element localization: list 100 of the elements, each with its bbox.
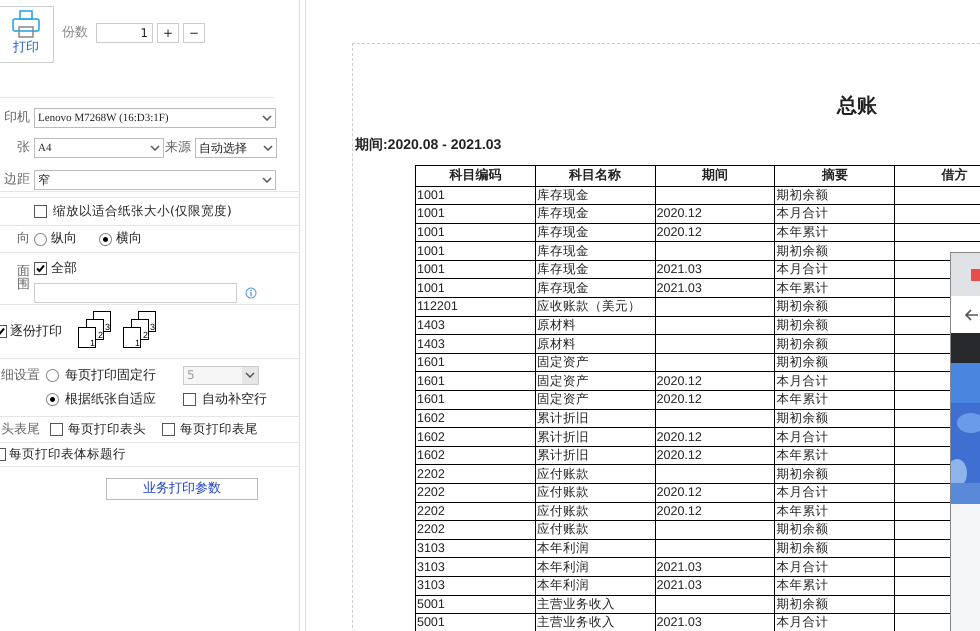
source-select[interactable]: 自动选择 xyxy=(195,138,277,158)
field-label: 张 xyxy=(16,139,30,158)
table-cell: 原材料 xyxy=(535,334,656,354)
table-cell: 1001 xyxy=(416,260,536,279)
paper-select[interactable]: A4 xyxy=(34,138,164,158)
table-cell: 累计折旧 xyxy=(535,446,656,465)
caret-icon xyxy=(245,372,255,378)
field-label: 面 xyxy=(17,265,30,278)
page-number: 3 xyxy=(150,322,156,332)
table-cell: 2020.12 xyxy=(655,223,775,242)
table-cell: 固定资产 xyxy=(535,390,656,410)
printer-icon xyxy=(11,10,41,38)
table-cell: 2021.03 xyxy=(655,260,775,279)
business-print-params-button[interactable]: 业务打印参数 xyxy=(106,478,258,500)
table-cell: 2202 xyxy=(416,464,536,484)
checkbox[interactable] xyxy=(34,205,47,218)
print-button[interactable]: 打印 xyxy=(0,6,54,62)
table-cell: 本月合计 xyxy=(774,484,895,502)
checkbox-label: 缩放以适合纸张大小(仅限宽度) xyxy=(53,202,232,220)
table-cell: 2020.12 xyxy=(655,204,775,224)
table-cell: 库存现金 xyxy=(535,223,656,242)
table-cell: 1001 xyxy=(416,186,536,205)
table-cell: 1001 xyxy=(416,242,536,260)
table-cell: 1602 xyxy=(416,428,536,446)
radio-button[interactable] xyxy=(46,368,59,382)
table-cell: 2021.03 xyxy=(655,558,775,576)
table-cell: 1601 xyxy=(416,353,536,372)
radio-button[interactable] xyxy=(34,232,47,246)
page-number: 2 xyxy=(98,330,104,340)
page-number: 1 xyxy=(135,338,140,348)
copies-label: 份数 xyxy=(62,24,88,42)
radio-label: 横向 xyxy=(116,230,142,248)
table-cell: 应付账款 xyxy=(535,464,656,484)
table-cell: 5001 xyxy=(416,595,536,614)
table-cell: 2021.03 xyxy=(655,576,775,596)
radio-button[interactable] xyxy=(99,232,112,246)
table-cell: 1601 xyxy=(416,372,536,391)
table-cell: 累计折旧 xyxy=(535,409,656,428)
checkbox-label: 每页打印表头 xyxy=(68,420,146,438)
copies-field[interactable]: 1 xyxy=(96,23,153,43)
checkbox-label: 全部 xyxy=(51,260,77,278)
checkbox[interactable] xyxy=(183,393,196,406)
table-cell: 本月合计 xyxy=(774,260,895,279)
plus-button[interactable]: + xyxy=(157,23,179,43)
page-number: 3 xyxy=(105,322,110,332)
table-cell: 本年利润 xyxy=(535,539,656,558)
table-cell: 2202 xyxy=(416,520,536,540)
table-cell: 1001 xyxy=(416,223,536,242)
caret-icon xyxy=(262,115,272,121)
table-cell: 本年利润 xyxy=(535,558,656,576)
app-icon xyxy=(971,268,980,280)
table-cell: 期初余额 xyxy=(774,595,895,614)
table-cell: 2020.12 xyxy=(655,446,775,465)
info-icon xyxy=(245,286,257,298)
table-cell: 主营业务收入 xyxy=(535,614,656,631)
caret-icon xyxy=(150,145,160,151)
table-cell: 2020.12 xyxy=(655,428,775,446)
table-cell: 2021.03 xyxy=(655,278,775,298)
table-cell: 1602 xyxy=(416,409,536,428)
table-cell: 1001 xyxy=(416,278,536,298)
table-cell: 1602 xyxy=(416,446,536,465)
field-label: 向 xyxy=(16,230,30,248)
table-cell: 2020.12 xyxy=(655,484,775,502)
table-cell: 本月合计 xyxy=(774,372,895,391)
table-cell: 1403 xyxy=(416,316,536,335)
checkbox[interactable] xyxy=(34,262,47,276)
table-cell: 原材料 xyxy=(535,316,656,335)
table-cell: 应收账款（美元） xyxy=(535,298,656,316)
table-cell: 期初余额 xyxy=(774,242,895,260)
table-cell: 2202 xyxy=(416,484,536,502)
table-cell: 本年累计 xyxy=(774,446,895,465)
table-cell: 3103 xyxy=(416,558,536,576)
column-header: 借方 xyxy=(894,166,980,186)
table-cell: 期初余额 xyxy=(774,539,895,558)
table-cell: 112201 xyxy=(416,298,536,316)
table-cell: 本年累计 xyxy=(774,223,895,242)
table-cell: 2020.12 xyxy=(655,390,775,410)
field-label: 印机 xyxy=(3,109,30,128)
dark-toolbar xyxy=(951,333,980,363)
table-cell: 2021.03 xyxy=(655,614,775,631)
column-header: 科目编码 xyxy=(416,166,536,186)
printer-select[interactable]: Lenovo M7268W (16:D3:1F) xyxy=(34,108,276,128)
table-cell: 期初余额 xyxy=(774,353,895,372)
page-range-field[interactable] xyxy=(34,282,237,302)
checkbox-label: 自动补空行 xyxy=(202,391,267,409)
checkbox[interactable] xyxy=(162,423,175,436)
table-cell: 期初余额 xyxy=(774,186,895,205)
table-cell: 1601 xyxy=(416,390,536,410)
margin-select[interactable]: 窄 xyxy=(34,170,276,190)
table-cell: 期初余额 xyxy=(774,334,895,354)
checkbox[interactable] xyxy=(50,423,63,436)
table-cell: 期初余额 xyxy=(774,298,895,316)
minus-button[interactable]: − xyxy=(183,23,205,43)
radio-button[interactable] xyxy=(46,393,59,406)
checkbox-label: 每页打印表体标题行 xyxy=(9,445,126,464)
table-cell: 5001 xyxy=(416,614,536,631)
table-cell: 1001 xyxy=(416,204,536,224)
table-cell: 本月合计 xyxy=(774,204,895,224)
caret-icon xyxy=(262,176,272,182)
page-number: 1 xyxy=(90,338,96,348)
